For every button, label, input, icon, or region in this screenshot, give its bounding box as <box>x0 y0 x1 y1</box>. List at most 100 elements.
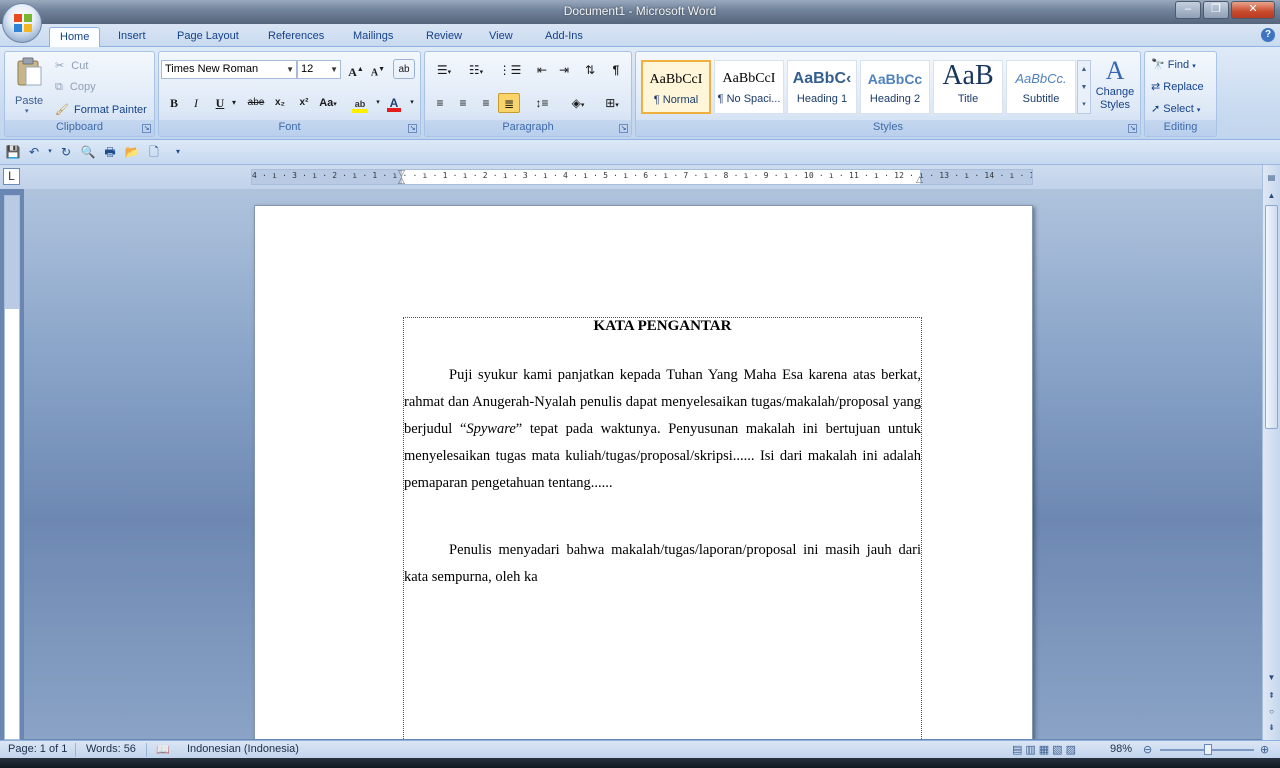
increase-indent-button[interactable]: ⇥ <box>553 60 575 80</box>
more-styles-icon[interactable]: ▾ <box>1078 97 1090 113</box>
vertical-ruler[interactable] <box>4 195 20 740</box>
text-box[interactable]: KATA PENGANTAR Puji syukur kami panjatka… <box>403 317 922 739</box>
clear-formatting-button[interactable]: ab <box>393 59 415 79</box>
show-formatting-button[interactable]: ¶ <box>605 60 627 80</box>
print-icon[interactable]: 🖶 <box>102 144 118 160</box>
proofing-icon[interactable]: 📖 <box>156 743 170 756</box>
ruler-toggle-icon[interactable]: ▤ <box>1265 171 1278 185</box>
scroll-down-icon[interactable]: ▼ <box>1265 671 1278 685</box>
zoom-level[interactable]: 98% <box>1110 743 1132 755</box>
multilevel-list-icon: ⋮☰ <box>498 63 522 77</box>
bullets-button[interactable]: ☰▾ <box>429 60 459 80</box>
tab-page-layout[interactable]: Page Layout <box>167 27 249 48</box>
font-size-combo[interactable]: 12 ▼ <box>297 60 341 79</box>
change-case-button[interactable]: Aa▾ <box>317 93 339 113</box>
help-icon[interactable]: ? <box>1261 28 1275 42</box>
decrease-indent-button[interactable]: ⇤ <box>531 60 553 80</box>
next-page-icon[interactable]: ⇟ <box>1265 721 1278 735</box>
paragraph-2[interactable]: Penulis menyadari bahwa makalah/tugas/la… <box>404 537 921 591</box>
select-button[interactable]: ➚ Select ▾ <box>1151 102 1200 115</box>
superscript-button[interactable]: x² <box>293 93 315 113</box>
zoom-slider-thumb[interactable] <box>1204 744 1212 755</box>
right-indent-marker-icon[interactable]: △ <box>916 175 923 184</box>
style-no-spacing[interactable]: AaBbCcI ¶ No Spaci... <box>714 60 784 114</box>
previous-page-icon[interactable]: ⇞ <box>1265 689 1278 703</box>
chevron-down-icon[interactable]: ▼ <box>1078 79 1090 97</box>
zoom-out-icon[interactable]: ⊖ <box>1143 743 1152 756</box>
justify-button[interactable]: ≣ <box>498 93 520 113</box>
line-spacing-button[interactable]: ↕≡ <box>527 93 557 113</box>
italic-button[interactable]: I <box>185 93 207 113</box>
minimize-button[interactable]: – <box>1175 1 1201 19</box>
paste-button[interactable]: Paste ▾ <box>9 55 49 115</box>
select-browse-object-icon[interactable]: ○ <box>1265 705 1278 719</box>
tab-insert[interactable]: Insert <box>108 27 156 48</box>
style-heading-2[interactable]: AaBbCc Heading 2 <box>860 60 930 114</box>
tab-mailings[interactable]: Mailings <box>343 27 403 48</box>
find-button[interactable]: 🔭 Find ▾ <box>1151 58 1196 71</box>
close-button[interactable]: ✕ <box>1231 1 1275 19</box>
language-status[interactable]: Indonesian (Indonesia) <box>187 743 299 755</box>
format-painter-button[interactable]: 🖌 Format Painter <box>55 103 147 116</box>
redo-icon[interactable]: ↻ <box>58 144 74 160</box>
indent-marker-icon[interactable]: ▽ △ <box>398 169 405 185</box>
open-folder-icon[interactable]: 📂 <box>124 144 140 160</box>
customize-toolbar-icon[interactable]: ▾ <box>170 144 186 160</box>
multilevel-list-button[interactable]: ⋮☰ <box>495 60 525 80</box>
word-count-status[interactable]: Words: 56 <box>86 743 136 755</box>
tab-view[interactable]: View <box>479 27 523 48</box>
styles-gallery-scroll[interactable]: ▲ ▼ ▾ <box>1077 60 1091 114</box>
align-center-button[interactable]: ≡ <box>452 93 474 113</box>
borders-button[interactable]: ⊞▾ <box>597 93 627 113</box>
paragraph-dialog-launcher-icon[interactable]: ↘ <box>619 124 628 133</box>
font-name-combo[interactable]: Times New Roman ▼ <box>161 60 297 79</box>
office-button[interactable] <box>2 3 42 43</box>
undo-icon[interactable]: ↶ <box>26 144 42 160</box>
strikethrough-button[interactable]: abe <box>245 93 267 113</box>
style-title[interactable]: AaB Title <box>933 60 1003 114</box>
change-styles-button[interactable]: A Change Styles <box>1092 56 1138 120</box>
copy-button[interactable]: ⧉ Copy <box>55 81 96 94</box>
chevron-down-icon[interactable]: ▾ <box>401 93 423 113</box>
tab-add-ins[interactable]: Add-Ins <box>535 27 593 48</box>
styles-dialog-launcher-icon[interactable]: ↘ <box>1128 124 1137 133</box>
decrease-indent-icon: ⇤ <box>536 63 548 77</box>
vertical-scrollbar[interactable]: ▤ ▲ ▼ ⇞ ○ ⇟ <box>1262 165 1280 740</box>
save-icon[interactable]: 💾 <box>5 144 21 160</box>
sort-button[interactable]: ⇅ <box>579 60 601 80</box>
shading-button[interactable]: ◈▾ <box>563 93 593 113</box>
zoom-in-icon[interactable]: ⊕ <box>1260 743 1269 756</box>
clipboard-dialog-launcher-icon[interactable]: ↘ <box>142 124 151 133</box>
tab-home[interactable]: Home <box>49 27 101 48</box>
style-normal[interactable]: AaBbCcI ¶ Normal <box>641 60 711 114</box>
bold-button[interactable]: B <box>163 93 185 113</box>
tab-references[interactable]: References <box>258 27 334 48</box>
font-dialog-launcher-icon[interactable]: ↘ <box>408 124 417 133</box>
replace-button[interactable]: ⇄ Replace <box>1151 80 1204 93</box>
view-buttons[interactable]: ▤▥▦▧▨ <box>1012 743 1079 756</box>
align-left-button[interactable]: ≡ <box>429 93 451 113</box>
align-left-icon: ≡ <box>436 96 444 110</box>
tab-review[interactable]: Review <box>416 27 472 48</box>
scroll-up-icon[interactable]: ▲ <box>1265 189 1278 203</box>
new-document-icon[interactable]: 🗋 <box>146 144 162 160</box>
grow-font-button[interactable]: A▲ <box>345 59 367 79</box>
zoom-slider[interactable] <box>1160 744 1254 755</box>
page-count-status[interactable]: Page: 1 of 1 <box>8 743 67 755</box>
shrink-font-button[interactable]: A▼ <box>367 59 389 79</box>
numbering-button[interactable]: ☷▾ <box>461 60 491 80</box>
paragraph-1[interactable]: Puji syukur kami panjatkan kepada Tuhan … <box>404 362 921 497</box>
tab-selector-icon[interactable]: L <box>3 168 20 185</box>
restore-button[interactable]: ❐ <box>1203 1 1229 19</box>
style-subtitle[interactable]: AaBbCc. Subtitle <box>1006 60 1076 114</box>
undo-dropdown-icon[interactable]: ▾ <box>42 144 58 160</box>
style-heading-1[interactable]: AaBbC‹ Heading 1 <box>787 60 857 114</box>
subscript-button[interactable]: x₂ <box>269 93 291 113</box>
cut-button[interactable]: ✂ Cut <box>55 59 88 72</box>
scroll-thumb[interactable] <box>1265 205 1278 429</box>
underline-dropdown-icon[interactable]: ▾ <box>223 93 245 113</box>
chevron-up-icon[interactable]: ▲ <box>1078 61 1090 79</box>
print-preview-icon[interactable]: 🔍 <box>80 144 96 160</box>
align-right-button[interactable]: ≡ <box>475 93 497 113</box>
horizontal-ruler[interactable]: 4 · ı · 3 · ı · 2 · ı · 1 · ı · · ı · 1 … <box>251 169 1033 185</box>
